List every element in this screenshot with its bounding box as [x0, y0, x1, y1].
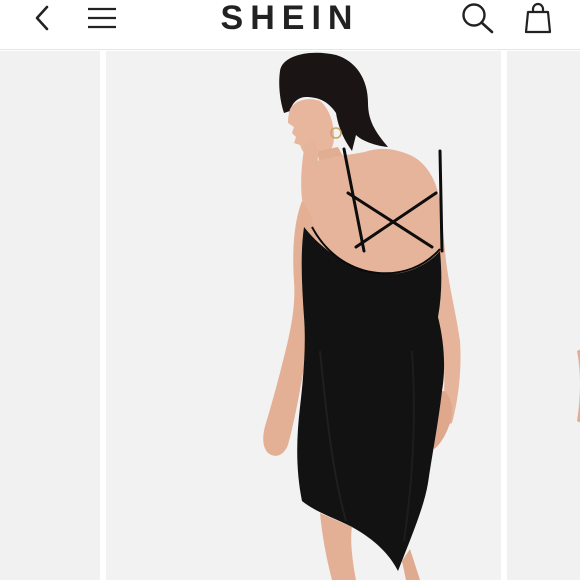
search-button[interactable]: [458, 0, 498, 36]
next-product-image[interactable]: [507, 51, 580, 580]
shopping-bag-icon: [524, 2, 552, 34]
hamburger-menu-icon: [88, 7, 116, 29]
back-button[interactable]: [26, 0, 58, 36]
dress-model-photo: [263, 52, 461, 580]
product-page: SHEIN: [0, 0, 580, 580]
chevron-left-icon: [35, 5, 49, 31]
brand-logo[interactable]: SHEIN: [190, 0, 390, 36]
shopping-bag-button[interactable]: [520, 0, 556, 36]
previous-product-image[interactable]: [0, 51, 100, 580]
product-image-carousel[interactable]: [0, 51, 580, 580]
main-product-image[interactable]: [106, 51, 501, 580]
search-icon: [462, 3, 494, 34]
next-image-peek: [577, 349, 580, 423]
app-header: SHEIN: [0, 0, 580, 50]
menu-button[interactable]: [84, 0, 120, 36]
